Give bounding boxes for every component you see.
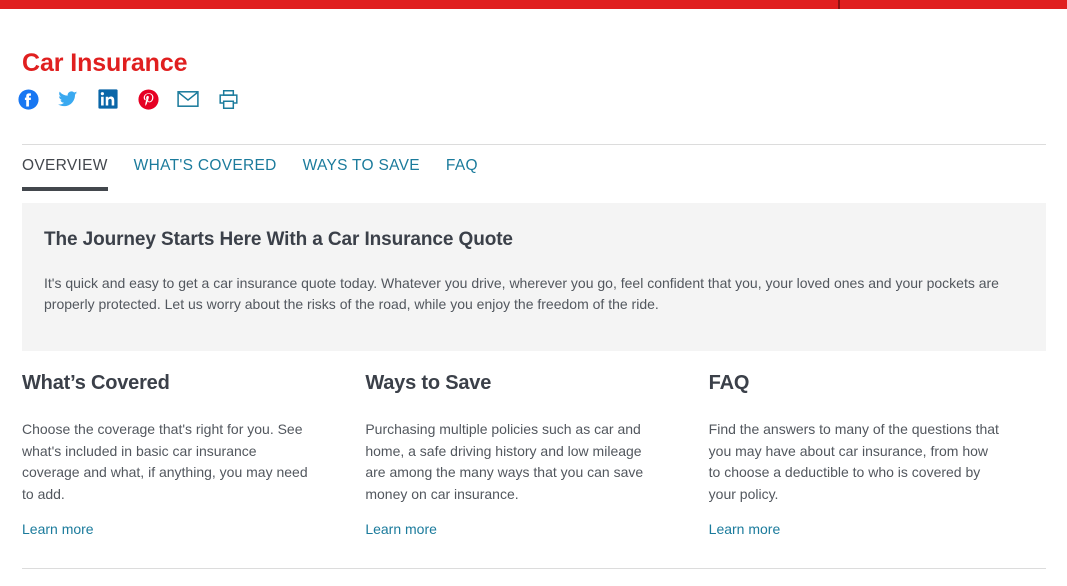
email-icon[interactable]: [174, 85, 202, 113]
column-title: FAQ: [708, 372, 750, 394]
facebook-icon[interactable]: [14, 85, 42, 113]
column-body: Find the answers to many of the question…: [708, 421, 999, 502]
linkedin-icon[interactable]: [94, 85, 122, 113]
top-brand-bar: [0, 0, 1067, 9]
share-icon-row: [14, 85, 242, 113]
page-body: Car Insurance OVERVIEW WHAT'S COVERED WA…: [0, 9, 1067, 586]
column-ways-to-save: Ways to Save Purchasing multiple policie…: [365, 372, 708, 539]
column-title: What’s Covered: [22, 372, 170, 394]
column-title: Ways to Save: [365, 372, 492, 394]
tab-whats-covered[interactable]: WHAT'S COVERED: [134, 157, 277, 191]
twitter-icon[interactable]: [54, 85, 82, 113]
hero-body: It's quick and easy to get a car insuran…: [44, 275, 999, 312]
column-faq: FAQ Find the answers to many of the ques…: [709, 372, 1052, 539]
page-title: Car Insurance: [22, 48, 188, 77]
column-whats-covered: What’s Covered Choose the coverage that'…: [22, 372, 365, 539]
bottom-divider: [22, 568, 1046, 569]
tab-ways-to-save[interactable]: WAYS TO SAVE: [303, 157, 420, 191]
learn-more-link-whats-covered[interactable]: Learn more: [22, 521, 94, 537]
hero-panel: The Journey Starts Here With a Car Insur…: [22, 203, 1046, 351]
tab-faq[interactable]: FAQ: [446, 157, 478, 191]
column-body: Choose the coverage that's right for you…: [22, 421, 308, 502]
pinterest-icon[interactable]: [134, 85, 162, 113]
tab-overview[interactable]: OVERVIEW: [22, 157, 108, 191]
column-body: Purchasing multiple policies such as car…: [365, 421, 644, 502]
feature-columns: What’s Covered Choose the coverage that'…: [22, 372, 1052, 539]
section-tab-bar: OVERVIEW WHAT'S COVERED WAYS TO SAVE FAQ: [22, 144, 1046, 191]
learn-more-link-faq[interactable]: Learn more: [709, 521, 781, 537]
print-icon[interactable]: [214, 85, 242, 113]
hero-title: The Journey Starts Here With a Car Insur…: [44, 229, 513, 250]
learn-more-link-ways-to-save[interactable]: Learn more: [365, 521, 437, 537]
top-bar-divider: [838, 0, 840, 9]
